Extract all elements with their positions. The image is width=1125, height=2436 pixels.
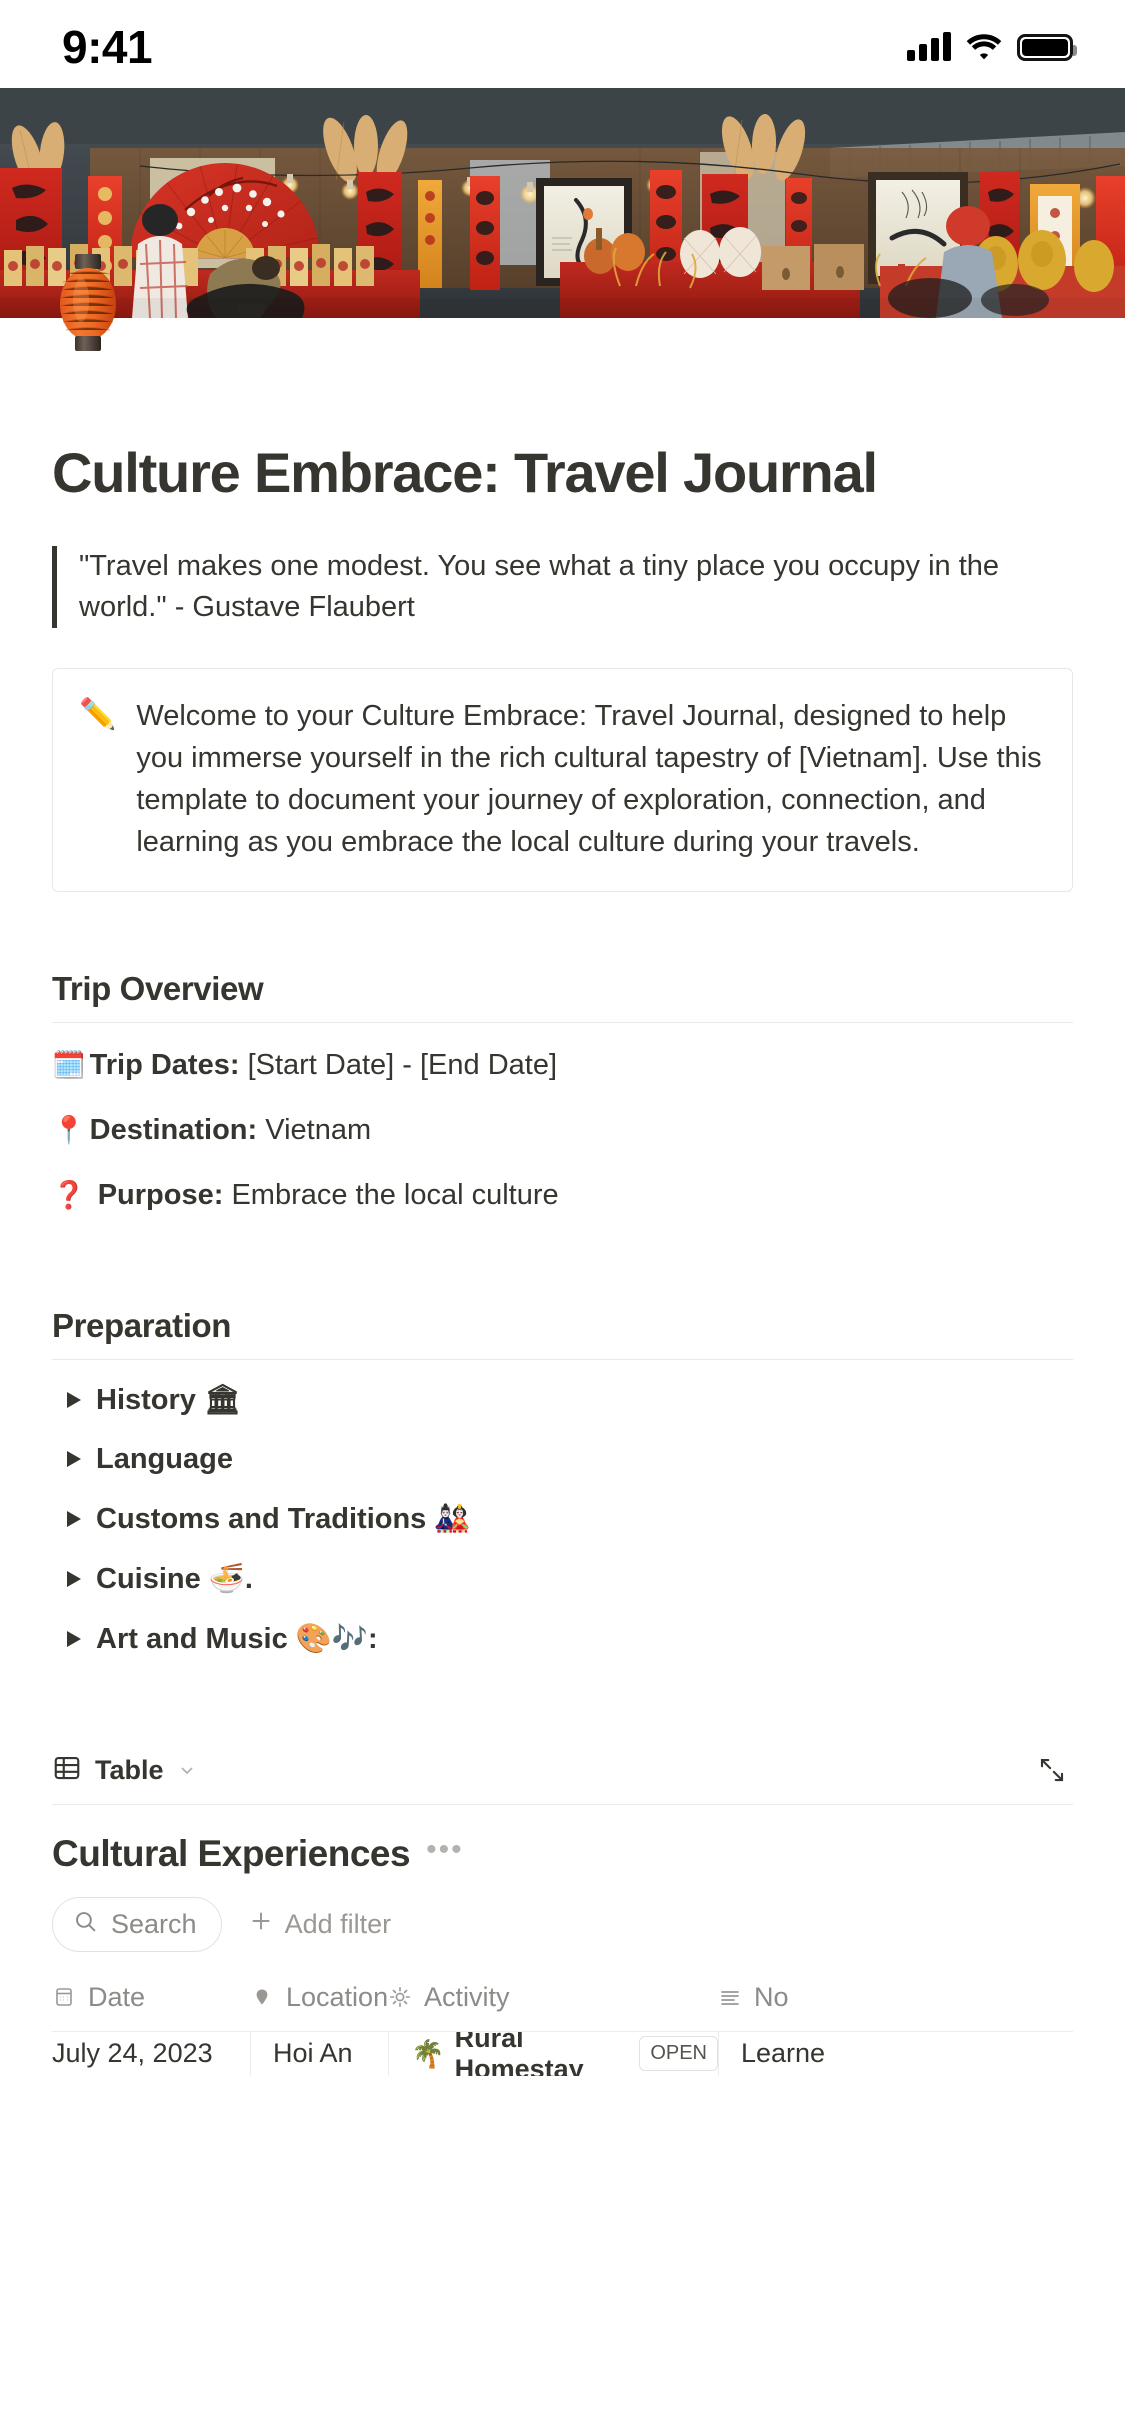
toggle-item-art-and-music[interactable]: Art and Music 🎨🎶: xyxy=(52,1609,1073,1669)
column-header-location[interactable]: Location xyxy=(250,1982,388,2013)
map-pin-property-icon xyxy=(250,1985,274,2009)
cell-notes[interactable]: Learne xyxy=(718,2031,825,2076)
chevron-down-icon[interactable] xyxy=(177,1760,197,1780)
page-content: Culture Embrace: Travel Journal "Travel … xyxy=(0,442,1125,2076)
database-title-row: Cultural Experiences ••• xyxy=(52,1833,1073,1875)
toggle-label: History 🏛 xyxy=(96,1383,241,1416)
palm-tree-icon: 🌴 xyxy=(411,2038,445,2069)
sun-property-icon xyxy=(388,1985,412,2009)
search-button[interactable]: Search xyxy=(52,1896,222,1952)
database-table: Date Location Activity No July 24, 2023 … xyxy=(52,1982,1073,2076)
trip-dates-value: [Start Date] - [End Date] xyxy=(247,1049,558,1082)
status-bar: 9:41 xyxy=(0,0,1125,88)
table-header-row: Date Location Activity No xyxy=(52,1982,1073,2032)
trip-dates-label: Trip Dates: xyxy=(89,1049,240,1082)
toggle-arrow-icon[interactable] xyxy=(52,1390,96,1410)
expand-arrows-icon[interactable] xyxy=(1037,1755,1073,1785)
toggle-item-history[interactable]: History 🏛 xyxy=(52,1370,1073,1430)
trip-overview-heading: Trip Overview xyxy=(52,970,264,1008)
text-lines-property-icon xyxy=(718,1985,742,2009)
destination-label: Destination: xyxy=(89,1114,258,1147)
question-mark-icon: ❓ xyxy=(52,1180,86,1211)
calendar-property-icon xyxy=(52,1985,76,2009)
status-bar-time: 9:41 xyxy=(62,21,153,73)
cell-location[interactable]: Hoi An xyxy=(250,2031,388,2076)
database-view-tab-table[interactable]: Table xyxy=(52,1753,197,1788)
preparation-heading: Preparation xyxy=(52,1306,231,1344)
column-header-date[interactable]: Date xyxy=(52,1982,250,2013)
toggle-label: Customs and Traditions 🎎 xyxy=(96,1502,471,1535)
status-bar-indicators xyxy=(907,31,1077,61)
plus-icon xyxy=(248,1908,274,1941)
calendar-icon: 🗓️ xyxy=(52,1050,86,1081)
add-filter-button[interactable]: Add filter xyxy=(248,1908,392,1941)
column-header-activity[interactable]: Activity xyxy=(388,1982,718,2013)
quote-block: "Travel makes one modest. You see what a… xyxy=(52,545,1052,628)
add-filter-label: Add filter xyxy=(284,1908,392,1939)
section-divider xyxy=(52,1022,1073,1024)
table-row[interactable]: July 24, 2023 Hoi An 🌴 Rural Homestay OP… xyxy=(52,2031,1073,2076)
database-block: Table Cultural Experiences ••• Search Ad… xyxy=(52,1753,1073,2076)
trip-dates-row: 🗓️ Trip Dates: [Start Date] - [End Date] xyxy=(52,1033,1073,1098)
database-title: Cultural Experiences xyxy=(52,1832,411,1874)
purpose-row: ❓ Purpose: Embrace the local culture xyxy=(52,1163,1073,1228)
table-grid-icon xyxy=(52,1753,82,1788)
column-label: No xyxy=(754,1981,789,2012)
toggle-label: Cuisine 🍜. xyxy=(96,1562,253,1595)
toggle-item-cuisine[interactable]: Cuisine 🍜. xyxy=(52,1549,1073,1609)
page-title: Culture Embrace: Travel Journal xyxy=(52,441,878,504)
toggle-arrow-icon[interactable] xyxy=(52,1449,96,1469)
column-label: Activity xyxy=(424,1981,510,2012)
database-view-label: Table xyxy=(95,1754,164,1785)
toggle-arrow-icon[interactable] xyxy=(52,1629,96,1649)
toggle-label: Language xyxy=(96,1442,233,1475)
map-pin-icon: 📍 xyxy=(52,1115,86,1146)
toggle-arrow-icon[interactable] xyxy=(52,1509,96,1529)
search-label: Search xyxy=(111,1908,197,1939)
destination-row: 📍 Destination: Vietnam xyxy=(52,1098,1073,1163)
status-badge: OPEN xyxy=(639,2036,718,2072)
database-divider xyxy=(52,1803,1073,1805)
destination-value: Vietnam xyxy=(265,1114,372,1147)
column-label: Location xyxy=(286,1981,389,2012)
battery-full-icon xyxy=(1017,34,1077,61)
red-paper-lantern-icon[interactable] xyxy=(52,252,124,354)
purpose-label: Purpose: xyxy=(97,1179,224,1212)
database-toolbar: Search Add filter xyxy=(52,1896,1073,1952)
toggle-label: Art and Music 🎨🎶: xyxy=(96,1622,378,1655)
cell-activity[interactable]: 🌴 Rural Homestay OPEN xyxy=(388,2031,718,2076)
callout-block: ✏️ Welcome to your Culture Embrace: Trav… xyxy=(52,667,1073,893)
wifi-icon xyxy=(966,33,1002,61)
toggle-arrow-icon[interactable] xyxy=(52,1569,96,1589)
page-cover-image xyxy=(0,88,1125,318)
cellular-bars-icon xyxy=(907,31,951,61)
ellipsis-icon[interactable]: ••• xyxy=(426,1834,464,1873)
cell-date[interactable]: July 24, 2023 xyxy=(52,2032,250,2076)
callout-text: Welcome to your Culture Embrace: Travel … xyxy=(136,699,1042,859)
pencil-icon: ✏️ xyxy=(79,697,117,731)
database-view-bar: Table xyxy=(52,1753,1073,1804)
section-divider xyxy=(52,1358,1073,1360)
activity-label: Rural Homestay xyxy=(454,2031,584,2076)
purpose-value: Embrace the local culture xyxy=(231,1179,559,1212)
column-header-notes[interactable]: No xyxy=(718,1982,789,2013)
toggle-item-customs-and-traditions[interactable]: Customs and Traditions 🎎 xyxy=(52,1489,1073,1549)
toggle-item-language[interactable]: Language xyxy=(52,1430,1073,1489)
column-label: Date xyxy=(88,1981,146,2012)
search-icon xyxy=(73,1909,98,1939)
